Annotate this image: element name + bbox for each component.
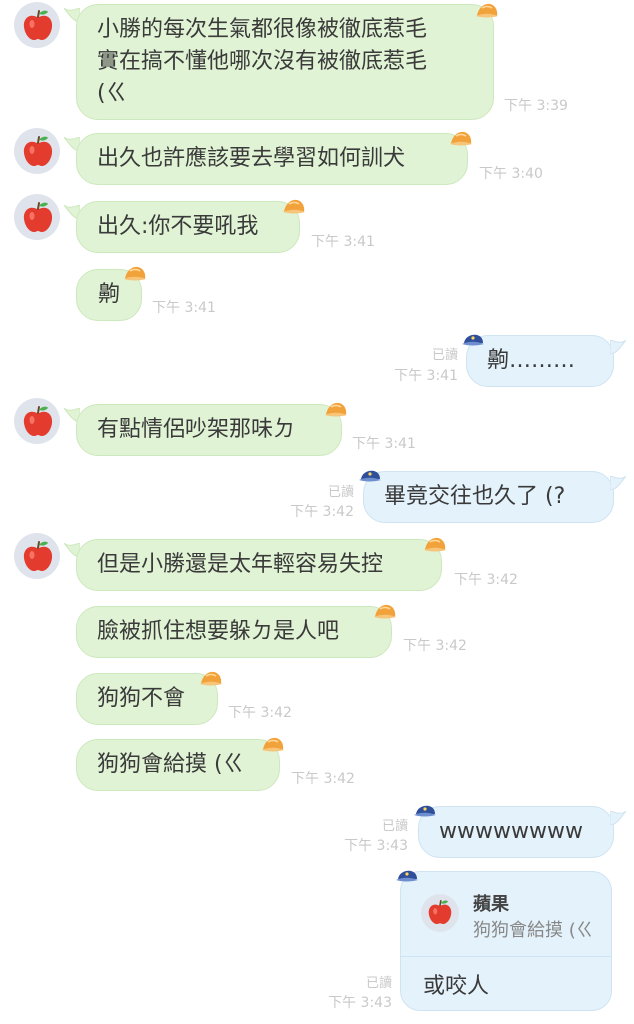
apple-icon <box>23 201 53 233</box>
orange-hat-icon <box>325 402 347 418</box>
quoted-message-text[interactable]: 狗狗會給摸 (ㄍ <box>473 916 594 942</box>
message-timestamp: 下午 3:42 <box>291 771 355 787</box>
message-bubble-outgoing[interactable]: 畢竟交往也久了 (? <box>363 471 614 523</box>
message-timestamp: 下午 3:41 <box>394 368 458 384</box>
sender-avatar[interactable] <box>14 2 60 48</box>
orange-hat-icon <box>283 199 305 215</box>
orange-hat-icon <box>450 131 472 147</box>
message-bubble-incoming[interactable]: 小勝的每次生氣都很像被徹底惹毛 實在搞不懂他哪次沒有被徹底惹毛 (ㄍ <box>76 4 494 120</box>
message-timestamp: 下午 3:42 <box>454 572 518 588</box>
read-receipt: 已讀 <box>327 485 354 500</box>
orange-hat-icon <box>374 604 396 620</box>
orange-hat-icon <box>424 537 446 553</box>
apple-icon <box>23 9 53 41</box>
message-timestamp: 下午 3:41 <box>352 436 416 452</box>
message-timestamp: 下午 3:43 <box>344 838 408 854</box>
message-timestamp: 下午 3:41 <box>311 234 375 250</box>
quoted-sender-avatar <box>421 894 459 932</box>
blue-cap-icon <box>414 805 436 817</box>
message-bubble-incoming[interactable]: 但是小勝還是太年輕容易失控 <box>76 539 442 591</box>
blue-cap-icon <box>462 334 484 346</box>
apple-icon <box>23 405 53 437</box>
blue-cap-icon <box>396 870 418 882</box>
message-timestamp: 下午 3:42 <box>290 504 354 520</box>
message-timestamp: 下午 3:42 <box>228 705 292 721</box>
read-receipt: 已讀 <box>381 819 408 834</box>
message-bubble-incoming[interactable]: 狗狗會給摸 (ㄍ <box>76 739 280 791</box>
quote-divider <box>401 956 611 957</box>
read-receipt: 已讀 <box>365 976 392 991</box>
orange-hat-icon <box>200 671 222 687</box>
message-timestamp: 下午 3:40 <box>479 166 543 182</box>
sender-avatar[interactable] <box>14 398 60 444</box>
reply-text: 或咬人 <box>423 974 490 999</box>
message-bubble-incoming[interactable]: 臉被抓住想要躲ㄉ是人吧 <box>76 606 392 658</box>
apple-icon <box>23 135 53 167</box>
orange-hat-icon <box>262 737 284 753</box>
blue-cap-icon <box>359 470 381 482</box>
message-bubble-incoming[interactable]: 有點情侶吵架那味ㄉ <box>76 404 342 456</box>
orange-hat-icon <box>124 266 146 282</box>
message-timestamp: 下午 3:42 <box>403 638 467 654</box>
message-timestamp: 下午 3:39 <box>504 98 568 114</box>
sender-avatar[interactable] <box>14 128 60 174</box>
read-receipt: 已讀 <box>431 348 458 363</box>
apple-icon <box>428 899 452 925</box>
bubble-tail <box>610 340 626 354</box>
bubble-tail <box>610 476 626 490</box>
message-bubble-outgoing[interactable]: wwwwwwww <box>418 806 614 858</box>
sender-avatar[interactable] <box>14 194 60 240</box>
message-bubble-incoming[interactable]: 出久:你不要吼我 <box>76 201 300 253</box>
message-bubble-outgoing[interactable]: 齁……… <box>466 335 614 387</box>
message-timestamp: 下午 3:41 <box>152 300 216 316</box>
message-timestamp: 下午 3:43 <box>328 995 392 1011</box>
sender-avatar[interactable] <box>14 533 60 579</box>
quoted-sender-name: 蘋果 <box>473 894 509 915</box>
bubble-tail <box>610 811 626 825</box>
reply-message-bubble[interactable]: 蘋果 狗狗會給摸 (ㄍ 或咬人 <box>400 871 612 1011</box>
message-bubble-incoming[interactable]: 狗狗不會 <box>76 673 218 725</box>
apple-icon <box>23 540 53 572</box>
message-bubble-incoming[interactable]: 出久也許應該要去學習如何訓犬 <box>76 133 468 185</box>
orange-hat-icon <box>476 3 498 19</box>
